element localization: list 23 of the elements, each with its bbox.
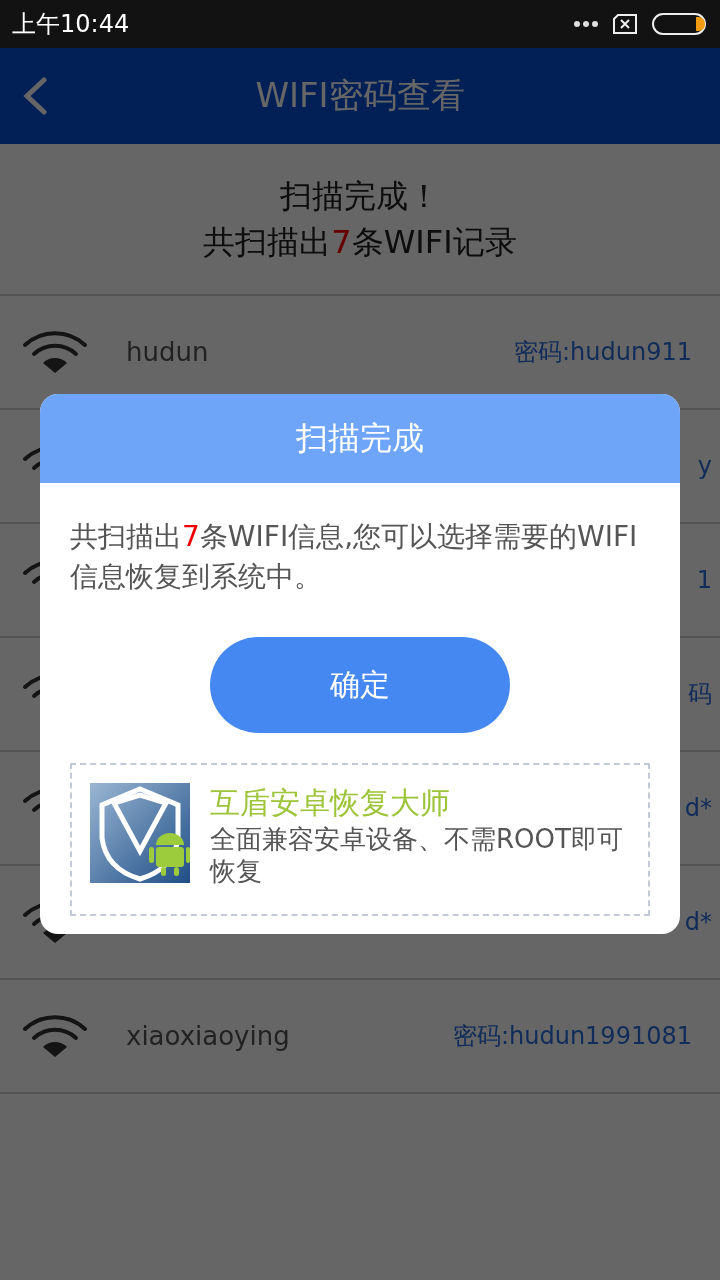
- network-password: y: [697, 452, 712, 480]
- more-dots-icon: [574, 20, 598, 28]
- promo-card[interactable]: 互盾安卓恢复大师 全面兼容安卓设备、不需ROOT即可恢复: [70, 763, 650, 916]
- status-time: 上午10:44: [12, 9, 130, 40]
- dialog-title: 扫描完成: [40, 394, 680, 483]
- battery-icon: [652, 13, 706, 35]
- network-password: 1: [696, 566, 712, 594]
- scan-result-title: 扫描完成！: [280, 176, 440, 217]
- network-name: xiaoxiaoying: [126, 1021, 291, 1051]
- no-sim-icon: [612, 14, 638, 34]
- network-password: d*: [684, 908, 712, 936]
- page-title: WIFI密码查看: [254, 74, 466, 117]
- promo-description: 全面兼容安卓设备、不需ROOT即可恢复: [210, 823, 624, 887]
- back-icon[interactable]: [22, 77, 48, 115]
- network-name: hudun: [126, 337, 210, 367]
- promo-title: 互盾安卓恢复大师: [210, 784, 451, 822]
- scan-result-count: 共扫描出 7条WIFI记录: [203, 222, 517, 263]
- network-password: d*: [684, 794, 712, 822]
- network-password: 密码:hudun1991081: [452, 1021, 692, 1052]
- network-password: 密码:hudun911: [514, 337, 692, 368]
- network-password: 码: [688, 679, 712, 710]
- shield-android-icon: [90, 783, 190, 883]
- dialog-message: 共扫描出 7条WIFI信息,您可以选择需要的WIFI信息恢复到系统中。: [70, 519, 638, 595]
